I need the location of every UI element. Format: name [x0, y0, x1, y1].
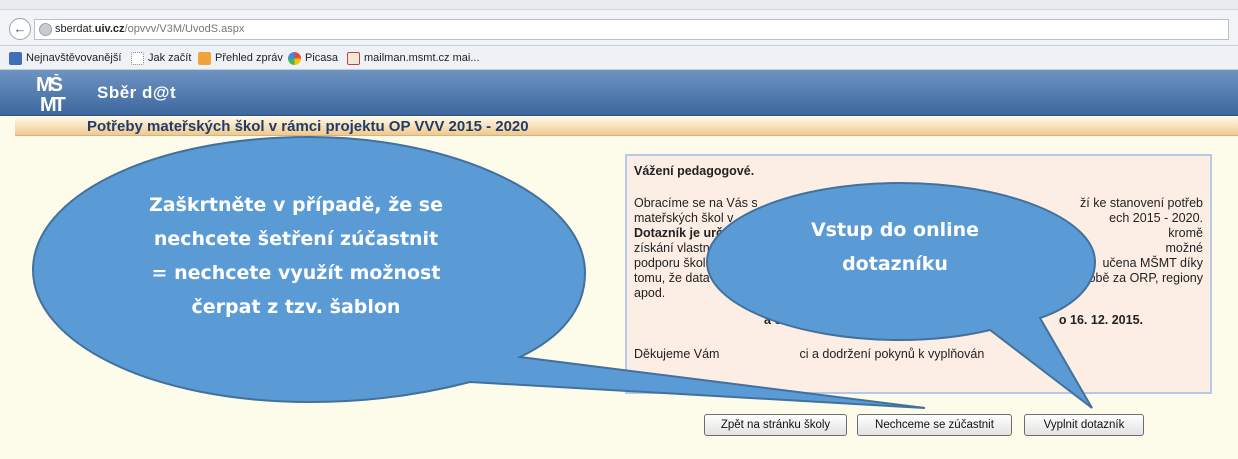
page-title: Potřeby mateřských škol v rámci projektu…: [87, 118, 529, 135]
mailman-icon: [347, 52, 360, 65]
svg-text:MT: MT: [40, 94, 66, 114]
back-to-school-page-button[interactable]: Zpět na stránku školy: [704, 414, 847, 436]
bookmark-mailman[interactable]: mailman.msmt.cz mai...: [347, 51, 480, 66]
bookmark-getting-started[interactable]: Jak začít: [131, 51, 191, 66]
globe-icon: [39, 23, 52, 36]
bookmark-picasa[interactable]: Picasa: [288, 51, 338, 66]
decline-participation-button[interactable]: Nechceme se zúčastnit: [857, 414, 1012, 436]
back-arrow-icon: ←: [13, 21, 27, 36]
url-prefix: sberdat.: [55, 23, 95, 35]
url-domain: uiv.cz: [94, 23, 125, 35]
callout-left-text: Zaškrtněte v případě, že se nechcete šet…: [149, 194, 443, 318]
site-title: Sběr d@t: [97, 83, 177, 102]
msmt-logo: MŠ MT: [36, 72, 86, 116]
svg-text:MŠ: MŠ: [36, 74, 63, 96]
info-thanks: Děkujeme Vám ci a dodržení pokynů k vyplň…: [634, 347, 985, 361]
url-path: /opvvv/V3M/UvodS.aspx: [124, 23, 245, 35]
site-header: MŠ MT Sběr d@t: [0, 70, 1238, 116]
browser-tab-strip: [0, 0, 1238, 10]
rss-icon: [198, 52, 211, 65]
back-button[interactable]: ←: [9, 18, 31, 40]
info-heading: Vážení pedagogové.: [634, 164, 755, 178]
page-title-bar: Potřeby mateřských škol v rámci projektu…: [15, 117, 1238, 136]
fill-questionnaire-button[interactable]: Vyplnit dotazník: [1024, 414, 1144, 436]
bookmark-icon: [9, 52, 22, 65]
info-dates: a odeslání bude možné v době od 7. 12. o …: [764, 313, 1143, 327]
bookmark-most-visited[interactable]: Nejnavštěvovanější: [9, 51, 121, 66]
picasa-icon: [288, 52, 301, 65]
bookmark-news[interactable]: Přehled zpráv: [198, 51, 283, 66]
bookmarks-bar: Nejnavštěvovanější Jak začít Přehled zpr…: [0, 46, 1238, 70]
address-bar: ← sberdat.uiv.cz/opvvv/V3M/UvodS.aspx: [0, 10, 1238, 46]
page-icon: [131, 52, 144, 65]
callout-right-text: Vstup do online dotazníku: [810, 219, 980, 275]
url-field[interactable]: sberdat.uiv.cz/opvvv/V3M/UvodS.aspx: [34, 19, 1229, 40]
